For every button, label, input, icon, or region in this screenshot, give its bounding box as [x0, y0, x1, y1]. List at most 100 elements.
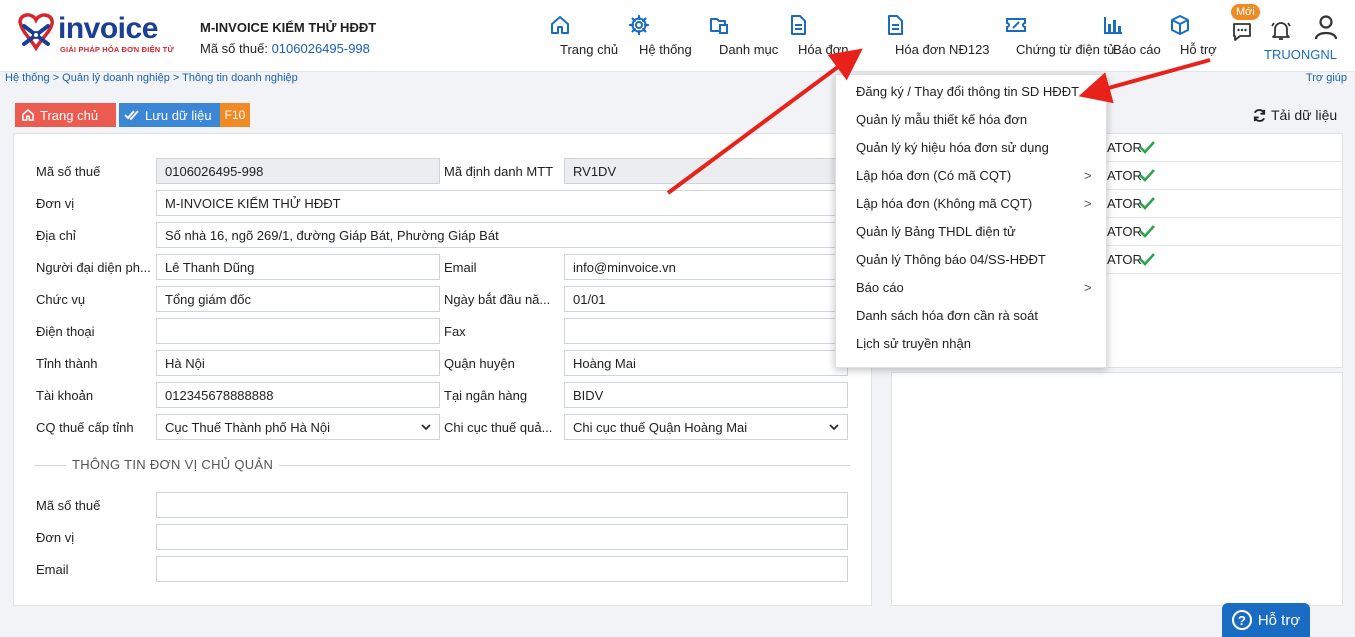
- tax-value: 0106026495-998: [271, 41, 370, 56]
- tax-branch-label: Chi cục thuế quả...: [444, 420, 553, 435]
- parent-email-field[interactable]: [156, 556, 848, 582]
- representative-label: Người đại diện ph...: [36, 260, 151, 275]
- fax-label: Fax: [444, 324, 466, 339]
- nav-support[interactable]: Hỗ trợ: [1158, 14, 1217, 66]
- provincial-tax-label: CQ thuế cấp tỉnh: [36, 420, 134, 435]
- tax-branch-value: Chi cục thuế Quận Hoàng Mai: [573, 419, 748, 435]
- tax-branch-select[interactable]: Chi cục thuế Quận Hoàng Mai: [564, 414, 848, 440]
- submenu-arrow-icon: >: [1084, 168, 1092, 183]
- nav-system-label: Hệ thống: [639, 42, 692, 57]
- district-field[interactable]: Hoàng Mai: [564, 350, 848, 376]
- nav-invoice[interactable]: Hóa đơn: [770, 14, 848, 66]
- province-label: Tỉnh thành: [36, 356, 98, 371]
- tax-label: Mã số thuế:: [200, 41, 268, 56]
- section-title: THÔNG TIN ĐƠN VỊ CHỦ QUẢN: [66, 457, 280, 472]
- chevron-down-icon: [421, 424, 431, 431]
- top-header: invoice GIẢI PHÁP HÓA ĐƠN ĐIỆN TỬ M-INVO…: [0, 0, 1355, 72]
- menu-item-create-without-code[interactable]: Lập hóa đơn (Không mã CQT): [856, 196, 1032, 211]
- document-icon: [888, 15, 903, 35]
- role-text: ATOR: [1107, 168, 1142, 183]
- check-icon: [1139, 169, 1155, 182]
- logo-subtitle: GIẢI PHÁP HÓA ĐƠN ĐIỆN TỬ: [60, 45, 174, 54]
- home-button-label: Trang chủ: [40, 107, 99, 123]
- help-link[interactable]: Trợ giúp: [1306, 72, 1347, 84]
- menu-item-notice-04[interactable]: Quản lý Thông báo 04/SS-HĐĐT: [856, 252, 1046, 267]
- logo[interactable]: invoice GIẢI PHÁP HÓA ĐƠN ĐIỆN TỬ: [14, 12, 174, 58]
- check-icon: [1139, 141, 1155, 154]
- fiscal-start-field[interactable]: 01/01: [564, 286, 848, 312]
- bar-chart-icon: [1104, 17, 1122, 34]
- fiscal-start-label: Ngày bắt đầu nă...: [444, 292, 551, 307]
- province-field[interactable]: Hà Nội: [156, 350, 440, 376]
- email-label: Email: [444, 260, 477, 275]
- email-field[interactable]: info@minvoice.vn: [564, 254, 848, 280]
- save-button[interactable]: Lưu dữ liệu F10: [119, 103, 250, 127]
- provincial-tax-select[interactable]: Cục Thuế Thành phố Hà Nội: [156, 414, 440, 440]
- provincial-tax-value: Cục Thuế Thành phố Hà Nội: [165, 419, 331, 435]
- question-icon: ?: [1231, 610, 1252, 630]
- support-button[interactable]: ? Hỗ trợ: [1222, 603, 1310, 637]
- unit-field[interactable]: M-INVOICE KIỂM THỬ HĐĐT: [156, 190, 848, 216]
- nav-invoice-label: Hóa đơn: [798, 42, 849, 57]
- mtt-field: RV1DV: [564, 158, 848, 184]
- logo-text: invoice: [58, 12, 158, 45]
- address-field[interactable]: Số nhà 16, ngõ 269/1, đường Giáp Bát, Ph…: [156, 222, 848, 248]
- parent-email-label: Email: [36, 562, 69, 577]
- role-text: ATOR: [1107, 224, 1142, 239]
- bank-field[interactable]: BIDV: [564, 382, 848, 408]
- nav-system[interactable]: Hệ thống: [610, 14, 692, 66]
- menu-item-template-design[interactable]: Quản lý mẫu thiết kế hóa đơn: [856, 112, 1027, 127]
- double-check-icon: [124, 110, 139, 121]
- ticket-icon: [1006, 18, 1026, 32]
- logo-icon: [18, 13, 54, 52]
- tax-code-label: Mã số thuế: [36, 164, 101, 179]
- parent-tax-field[interactable]: [156, 492, 848, 518]
- menu-item-reports[interactable]: Báo cáo: [856, 280, 904, 295]
- menu-item-thdl-table[interactable]: Quản lý Bảng THDL điện tử: [856, 224, 1016, 239]
- menu-item-create-with-code[interactable]: Lập hóa đơn (Có mã CQT): [856, 168, 1011, 183]
- check-icon: [1139, 253, 1155, 266]
- menu-item-transmission-history[interactable]: Lịch sử truyền nhận: [856, 336, 971, 351]
- role-text: ATOR: [1107, 140, 1142, 155]
- menu-item-register[interactable]: Đăng ký / Thay đổi thông tin SD HĐĐT: [856, 84, 1079, 99]
- nav-e-documents[interactable]: Chứng từ điện tử: [963, 14, 1116, 66]
- phone-field[interactable]: [156, 318, 440, 344]
- representative-field[interactable]: Lê Thanh Dũng: [156, 254, 440, 280]
- invoice-nd123-dropdown: Đăng ký / Thay đổi thông tin SD HĐĐT Quả…: [835, 74, 1107, 368]
- position-label: Chức vụ: [36, 292, 86, 307]
- username[interactable]: TRUONGNL: [1264, 47, 1337, 62]
- nav-reports-label: Báo cáo: [1113, 42, 1161, 57]
- document-icon: [791, 15, 806, 35]
- account-label: Tài khoản: [36, 388, 94, 403]
- chat-icon[interactable]: [1231, 21, 1253, 43]
- reload-button[interactable]: Tải dữ liệu: [1252, 107, 1337, 123]
- nav-home[interactable]: Trang chủ: [529, 14, 618, 66]
- position-field[interactable]: Tổng giám đốc: [156, 286, 440, 312]
- refresh-icon: [1253, 108, 1266, 122]
- home-button[interactable]: Trang chủ: [15, 103, 116, 127]
- company-name: M-INVOICE KIỂM THỬ HĐĐT: [200, 20, 377, 35]
- nav-invoice-nd123[interactable]: Hóa đơn NĐ123: [846, 14, 990, 66]
- nav-catalog[interactable]: Danh mục: [686, 14, 778, 66]
- nav-reports[interactable]: Báo cáo: [1086, 14, 1161, 66]
- parent-unit-field[interactable]: [156, 524, 848, 550]
- district-label: Quận huyện: [444, 356, 515, 371]
- gear-icon: [628, 14, 650, 36]
- user-icon[interactable]: [1312, 13, 1340, 41]
- account-field[interactable]: 012345678888888: [156, 382, 440, 408]
- tax-code-field: 0106026495-998: [156, 158, 440, 184]
- fax-field[interactable]: [564, 318, 848, 344]
- check-icon: [1139, 197, 1155, 210]
- chevron-down-icon: [829, 424, 839, 431]
- cube-icon: [1171, 15, 1189, 35]
- mtt-label: Mã định danh MTT: [444, 164, 554, 179]
- bank-label: Tại ngân hàng: [444, 388, 528, 403]
- bell-icon[interactable]: [1269, 18, 1293, 42]
- home-icon: [551, 16, 569, 34]
- menu-item-review-list[interactable]: Danh sách hóa đơn cần rà soát: [856, 308, 1038, 323]
- role-text: ATOR: [1107, 196, 1142, 211]
- breadcrumb[interactable]: Hệ thống > Quản lý doanh nghiệp > Thông …: [5, 72, 298, 84]
- detail-panel: [891, 372, 1343, 606]
- menu-item-invoice-symbols[interactable]: Quản lý ký hiệu hóa đơn sử dụng: [856, 140, 1049, 155]
- reload-label: Tải dữ liệu: [1271, 107, 1338, 123]
